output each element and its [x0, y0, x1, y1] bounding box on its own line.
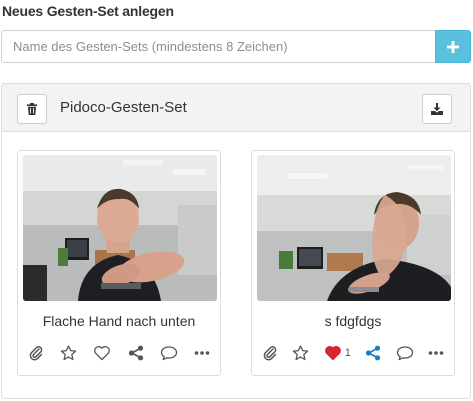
share-icon	[128, 345, 143, 361]
comment-button[interactable]	[160, 345, 178, 361]
gesture-thumbnail[interactable]	[23, 155, 217, 301]
comment-icon	[160, 346, 177, 361]
gesture-title: Flache Hand nach unten	[42, 313, 196, 329]
like-button[interactable]: 1	[324, 345, 351, 361]
more-button[interactable]	[194, 345, 210, 361]
gesture-card[interactable]: Flache Hand nach unten	[17, 150, 221, 376]
gesture-card[interactable]: s fdgfdgs 1	[251, 150, 455, 376]
gesture-set-panel: Pidoco-Gesten-Set Flache Hand nach unten…	[1, 83, 471, 399]
download-icon	[431, 103, 443, 115]
download-set-button[interactable]	[422, 94, 452, 124]
more-button[interactable]	[428, 345, 444, 361]
gesture-thumbnail[interactable]	[257, 155, 451, 301]
more-dots-icon	[194, 351, 210, 355]
set-name-input[interactable]	[1, 30, 435, 63]
gesture-actions	[28, 344, 210, 362]
comment-button[interactable]	[396, 345, 414, 361]
favorite-button[interactable]	[60, 345, 77, 361]
gesture-set-header: Pidoco-Gesten-Set	[2, 84, 470, 132]
paperclip-icon	[29, 346, 43, 361]
like-button[interactable]	[93, 345, 111, 361]
paperclip-icon	[263, 346, 277, 361]
star-icon	[293, 345, 309, 361]
delete-set-button[interactable]	[17, 94, 47, 124]
plus-icon	[447, 40, 459, 53]
star-icon	[60, 345, 77, 361]
gesture-actions: 1	[262, 344, 444, 362]
comment-icon	[396, 346, 413, 361]
create-set-form	[1, 30, 471, 63]
share-button[interactable]	[365, 345, 381, 361]
attachment-button[interactable]	[262, 345, 278, 361]
gesture-set-title: Pidoco-Gesten-Set	[60, 99, 187, 116]
like-count: 1	[344, 347, 351, 359]
share-button[interactable]	[128, 345, 144, 361]
add-set-button[interactable]	[435, 30, 471, 63]
heart-outline-icon	[94, 346, 111, 361]
favorite-button[interactable]	[292, 345, 309, 361]
more-dots-icon	[428, 351, 444, 355]
share-icon	[366, 345, 381, 361]
heart-filled-icon	[324, 346, 341, 361]
gesture-preview-image	[257, 155, 451, 301]
gesture-preview-image	[23, 155, 217, 301]
gesture-title: s fdgfdgs	[324, 313, 382, 329]
page-heading: Neues Gesten-Set anlegen	[2, 3, 174, 19]
attachment-button[interactable]	[28, 345, 44, 361]
trash-icon	[27, 103, 37, 115]
